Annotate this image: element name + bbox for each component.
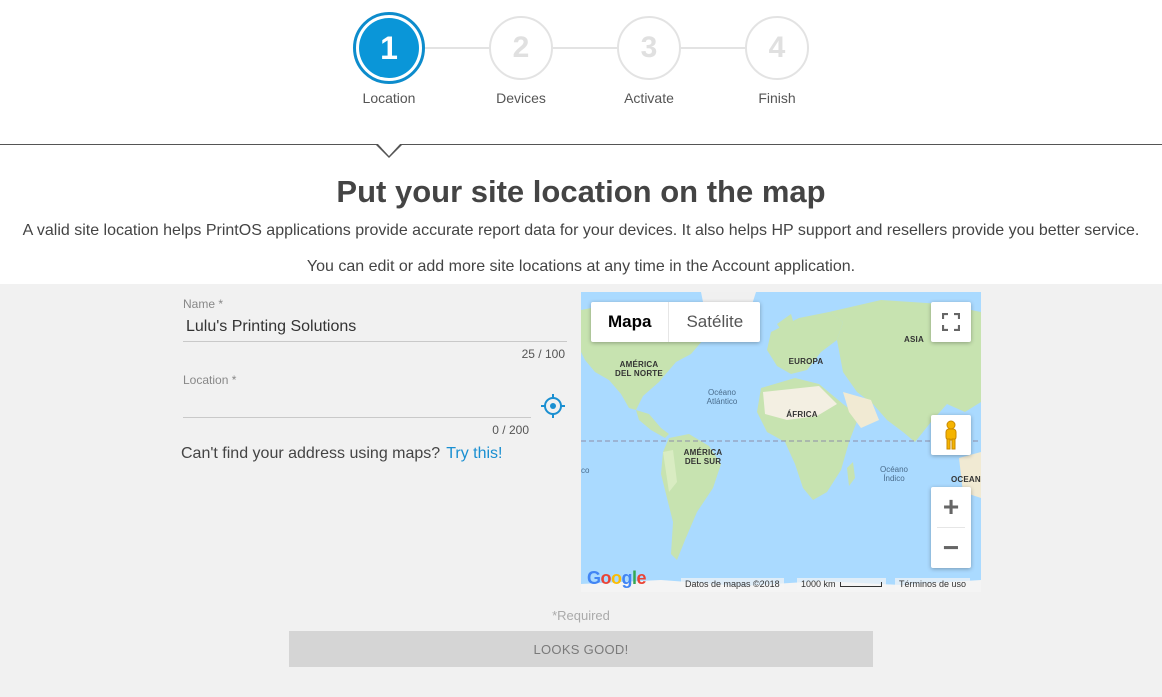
step-2-circle: 2 <box>489 16 553 80</box>
step-2-label: Devices <box>496 90 546 106</box>
step-devices[interactable]: 2 Devices <box>471 16 571 106</box>
required-note: *Required <box>552 608 610 623</box>
step-4-circle: 4 <box>745 16 809 80</box>
map-label-africa: ÁFRICA <box>786 410 818 419</box>
map-label-atlantic: Océano Atlántico <box>706 388 738 406</box>
map-scale[interactable]: 1000 km <box>797 578 887 590</box>
location-input-underline <box>183 417 531 418</box>
page-title: Put your site location on the map <box>336 174 826 209</box>
map-terms-link[interactable]: Términos de uso <box>895 578 971 590</box>
step-3-label: Activate <box>624 90 674 106</box>
address-help: Can't find your address using maps? Try t… <box>181 445 503 463</box>
location-input[interactable] <box>183 392 529 416</box>
my-location-icon[interactable] <box>541 394 565 423</box>
pegman-icon <box>945 420 957 450</box>
map-label-europe: EUROPA <box>788 357 824 366</box>
map-label-oceania: OCEAN <box>951 475 981 484</box>
map-label-edge: co <box>581 466 590 475</box>
map-label-north-america: AMÉRICA DEL NORTE <box>615 360 663 378</box>
map-label-indian: Océano Índico <box>879 465 909 483</box>
page-note: You can edit or add more site locations … <box>306 258 856 275</box>
map-type-mapa[interactable]: Mapa <box>591 302 670 342</box>
step-3-circle: 3 <box>617 16 681 80</box>
try-this-link[interactable]: Try this! <box>446 445 502 462</box>
name-field-label: Name * <box>183 297 224 311</box>
fullscreen-icon <box>942 313 960 331</box>
street-view-button[interactable] <box>931 415 971 455</box>
address-help-text: Can't find your address using maps? <box>181 445 441 462</box>
map-type-control: Mapa Satélite <box>591 302 761 342</box>
name-char-counter: 25 / 100 <box>521 347 565 361</box>
zoom-in-button[interactable]: + <box>931 487 971 527</box>
step-4-label: Finish <box>758 90 796 106</box>
progress-stepper: 1 Location 2 Devices 3 Activate 4 Finish <box>0 0 1162 145</box>
map-label-south-america: AMÉRICA DEL SUR <box>683 448 723 466</box>
zoom-out-button[interactable]: − <box>931 528 971 568</box>
step-location[interactable]: 1 Location <box>339 12 439 106</box>
header-divider <box>0 144 1162 145</box>
step-1-label: Location <box>362 90 416 106</box>
active-step-pointer-fill <box>377 143 401 156</box>
name-input[interactable]: Lulu's Printing Solutions <box>186 318 564 340</box>
google-logo: Google <box>587 568 647 588</box>
page-description: A valid site location helps PrintOS appl… <box>22 222 1140 239</box>
map-type-satellite[interactable]: Satélite <box>669 302 760 342</box>
name-input-underline <box>183 341 567 342</box>
step-finish[interactable]: 4 Finish <box>727 16 827 106</box>
location-field-label: Location * <box>183 373 237 387</box>
map-data-attribution[interactable]: Datos de mapas ©2018 <box>681 578 784 590</box>
location-map[interactable]: AMÉRICA DEL NORTE EUROPA ASIA ÁFRICA AMÉR… <box>581 292 981 592</box>
zoom-control: + − <box>931 487 971 568</box>
looks-good-button[interactable]: LOOKS GOOD! <box>289 631 873 667</box>
map-label-asia: ASIA <box>904 335 924 344</box>
step-1-circle: 1 <box>353 12 425 84</box>
location-char-counter: 0 / 200 <box>492 423 529 437</box>
step-activate[interactable]: 3 Activate <box>599 16 699 106</box>
fullscreen-button[interactable] <box>931 302 971 342</box>
